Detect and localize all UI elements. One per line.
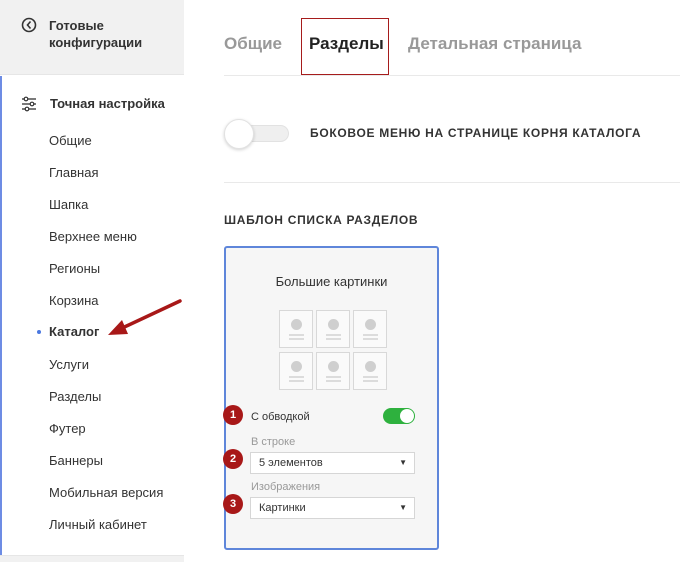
per-row-select[interactable]: 5 элементов ▼ xyxy=(250,452,415,474)
sidebar-item-banners[interactable]: Баннеры xyxy=(49,452,103,470)
images-caption: Изображения xyxy=(251,481,321,493)
border-option-label: С обводкой xyxy=(251,411,310,423)
border-option-toggle[interactable] xyxy=(383,408,415,424)
annotation-arrow-icon xyxy=(108,299,182,335)
tab-detail-page[interactable]: Детальная страница xyxy=(408,34,581,54)
sidebar-item-services[interactable]: Услуги xyxy=(49,356,89,374)
per-row-caption: В строке xyxy=(251,436,296,448)
sidebar-item-footer[interactable]: Футер xyxy=(49,420,86,438)
sidebar-item-account[interactable]: Личный кабинет xyxy=(49,516,147,534)
tabs-divider xyxy=(224,75,680,76)
template-card-large-images[interactable]: Большие картинки С обводкой В строке 5 э… xyxy=(224,246,439,550)
mini-toggle-knob xyxy=(400,409,414,423)
preview-thumb xyxy=(353,310,387,348)
images-value: Картинки xyxy=(259,502,306,514)
root-menu-toggle[interactable] xyxy=(224,119,289,149)
annotation-badge-1: 1 xyxy=(223,405,243,425)
preview-thumb xyxy=(316,352,350,390)
sidebar-item-sections[interactable]: Разделы xyxy=(49,388,101,406)
sidebar-item-mobile[interactable]: Мобильная версия xyxy=(49,484,163,502)
sidebar-bottom-block xyxy=(0,555,184,562)
preview-thumb xyxy=(316,310,350,348)
section-template-title: ШАБЛОН СПИСКА РАЗДЕЛОВ xyxy=(224,213,419,227)
tab-sections[interactable]: Разделы xyxy=(309,34,384,54)
preview-thumb xyxy=(353,352,387,390)
template-card-title: Большие картинки xyxy=(275,274,388,289)
preview-thumb xyxy=(279,352,313,390)
tab-general[interactable]: Общие xyxy=(224,34,282,54)
template-preview-grid xyxy=(279,310,387,390)
chevron-down-icon: ▼ xyxy=(399,458,407,467)
annotation-badge-2: 2 xyxy=(223,449,243,469)
preview-thumb xyxy=(279,310,313,348)
toggle-knob xyxy=(224,119,254,149)
images-select[interactable]: Картинки ▼ xyxy=(250,497,415,519)
annotation-badge-3: 3 xyxy=(223,494,243,514)
per-row-value: 5 элементов xyxy=(259,457,323,469)
root-menu-toggle-label: БОКОВОЕ МЕНЮ НА СТРАНИЦЕ КОРНЯ КАТАЛОГА xyxy=(310,126,642,140)
chevron-down-icon: ▼ xyxy=(399,503,407,512)
section-divider xyxy=(224,182,680,183)
